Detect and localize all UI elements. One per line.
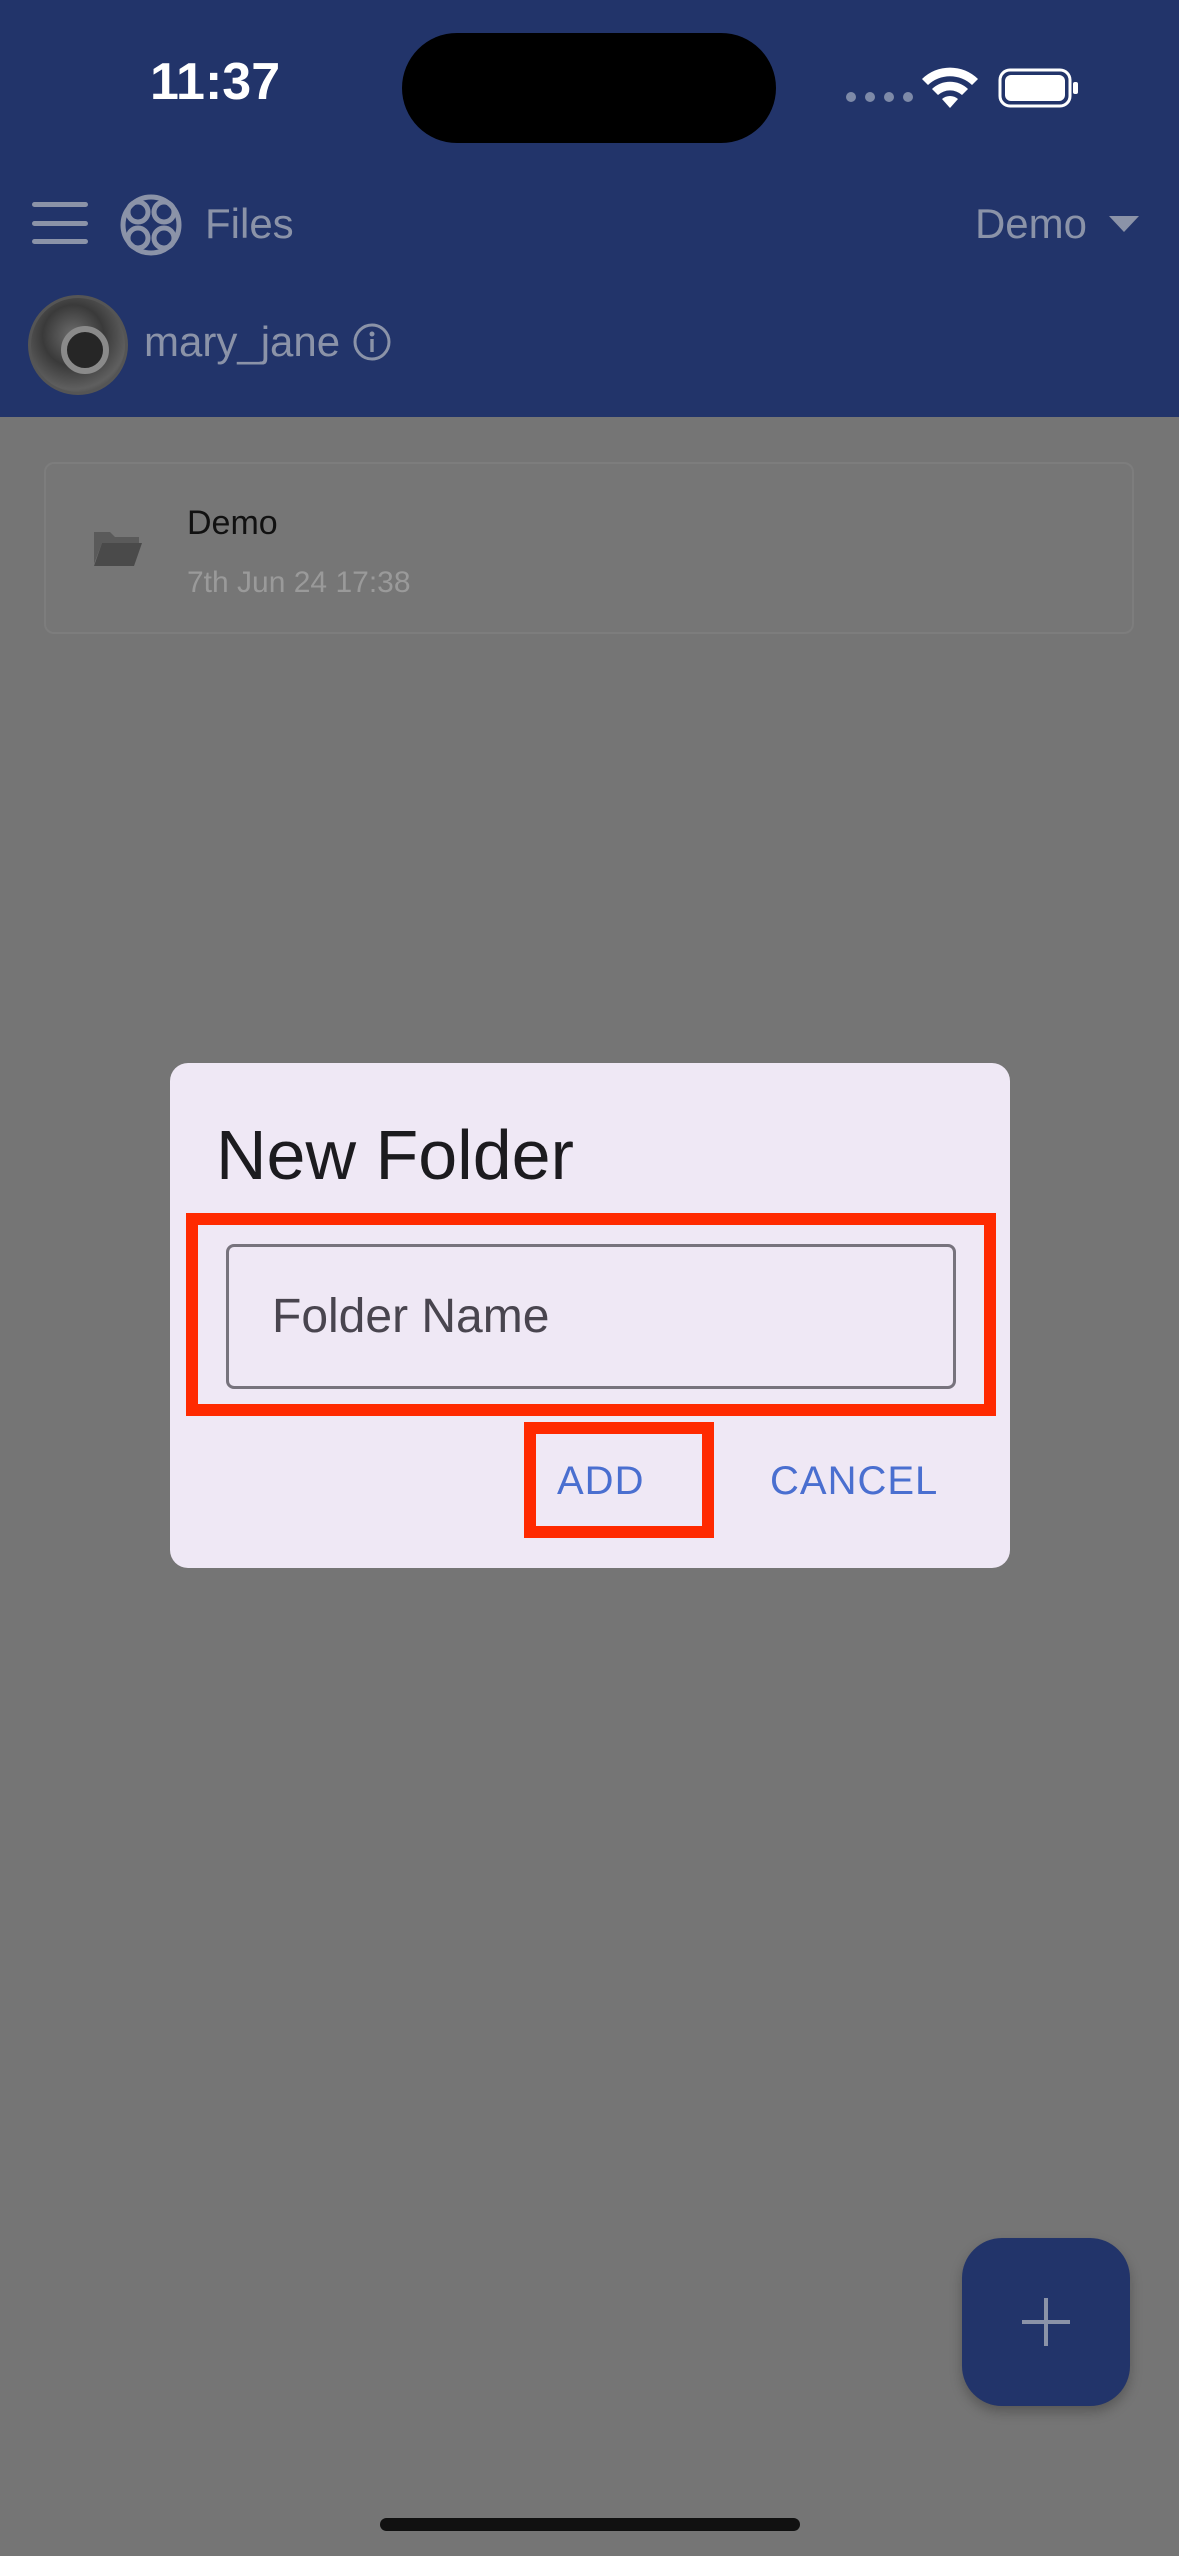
avatar[interactable] [28,295,128,395]
wifi-icon [922,67,978,108]
app-header: 11:37 Files Demo mary_jane [0,0,1179,417]
folder-name-input[interactable] [226,1244,956,1389]
info-icon[interactable] [352,322,392,362]
workspace-selector[interactable]: Demo [975,200,1139,248]
cancel-button[interactable]: CANCEL [770,1459,938,1504]
workspace-label: Demo [974,200,1087,247]
input-highlight-box [186,1213,996,1416]
menu-icon[interactable] [32,202,88,244]
file-name: Demo [187,504,278,542]
app-title: Files [205,200,294,247]
folder-icon [94,532,142,566]
battery-icon [998,68,1078,108]
list-item[interactable]: Demo 7th Jun 24 17:38 [44,462,1134,634]
home-indicator[interactable] [380,2518,800,2531]
dynamic-island [402,33,776,143]
username: mary_jane [144,318,341,365]
add-fab-button[interactable] [962,2238,1130,2406]
plus-icon [1022,2298,1070,2346]
user-info[interactable]: mary_jane [144,318,392,366]
app-logo-icon [120,194,182,256]
cellular-signal-icon [846,92,913,102]
file-date: 7th Jun 24 17:38 [187,566,411,599]
add-button[interactable]: ADD [557,1459,644,1504]
dialog-title: New Folder [216,1116,574,1194]
new-folder-dialog: New Folder ADD CANCEL [170,1063,1010,1568]
status-time: 11:37 [150,53,281,111]
caret-down-icon [1109,216,1139,232]
